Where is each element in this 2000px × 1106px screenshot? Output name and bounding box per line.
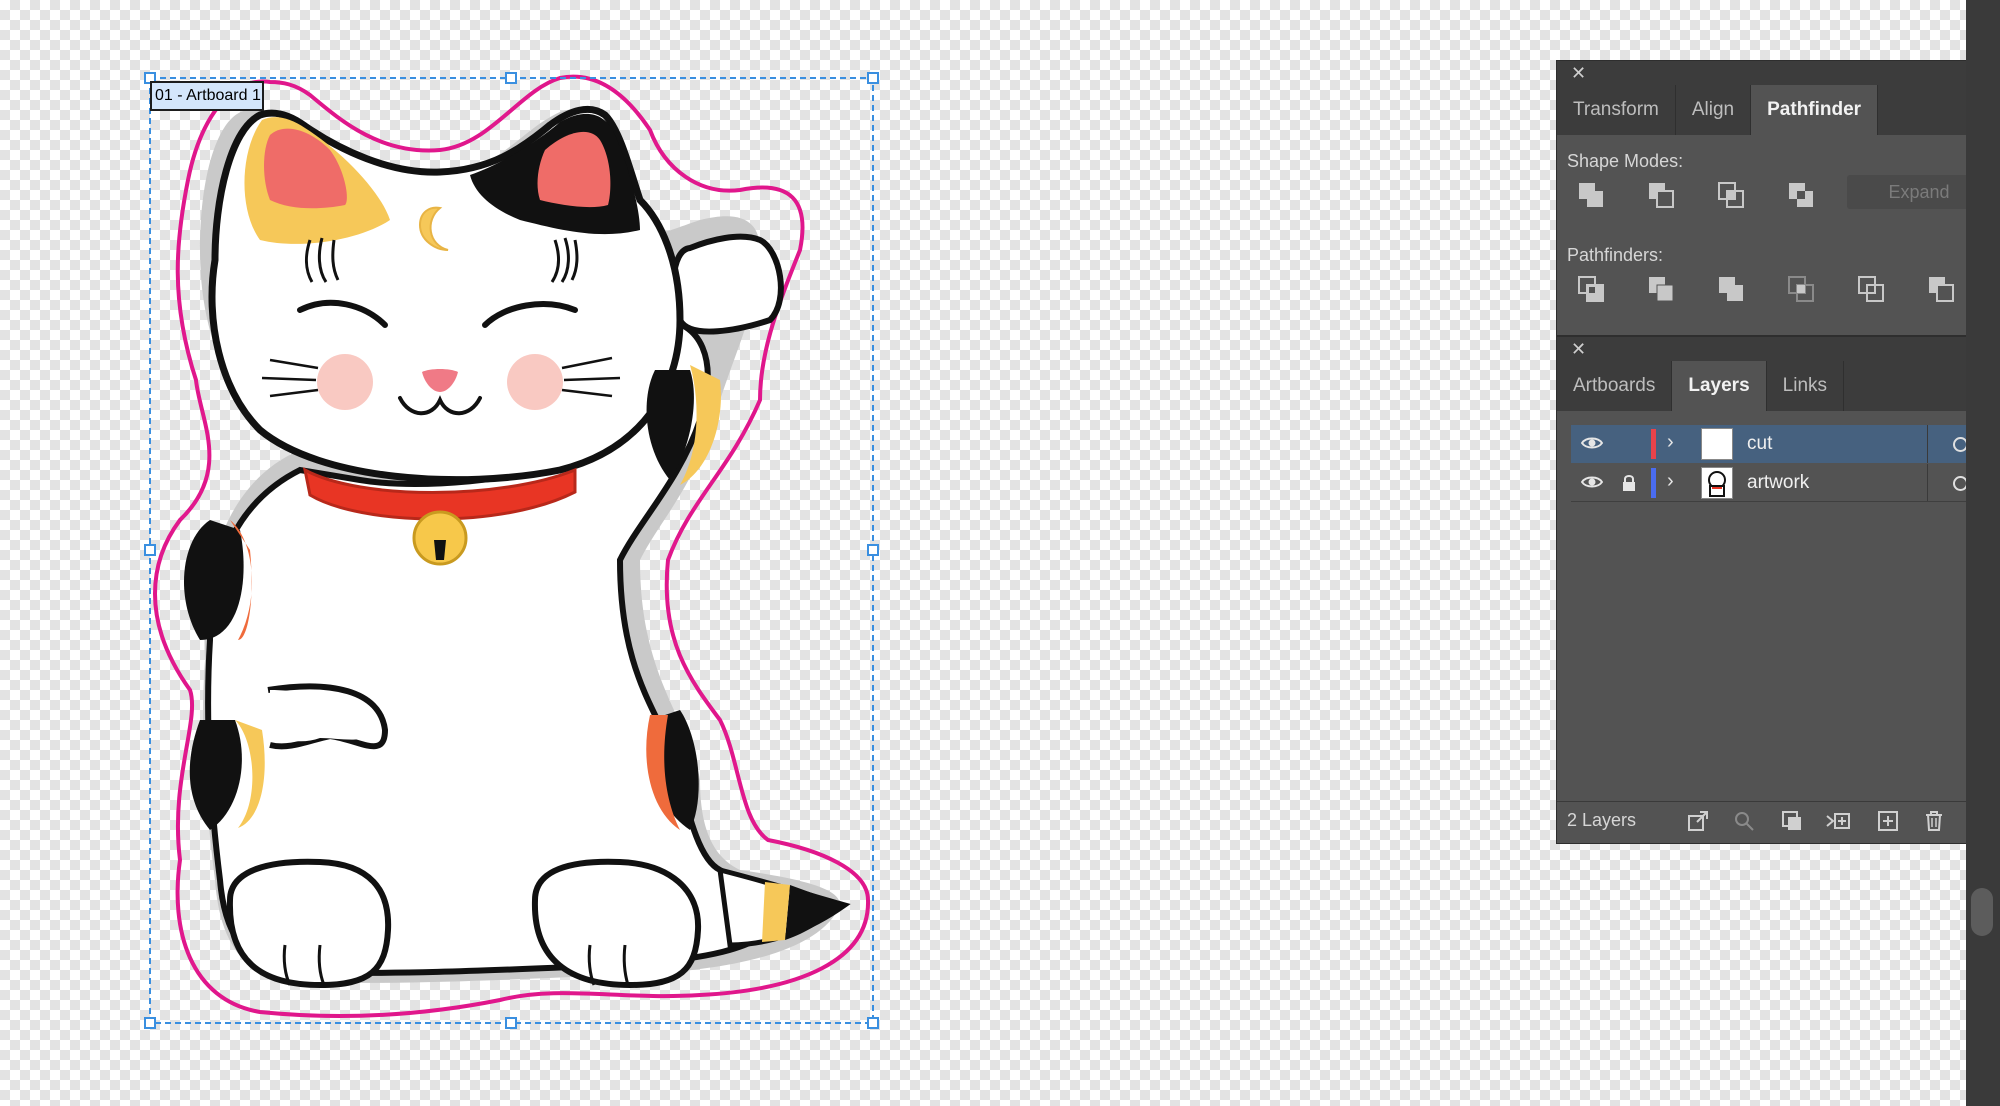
layers-footer: 2 Layers bbox=[1557, 801, 2000, 839]
divide-icon[interactable] bbox=[1571, 269, 1611, 309]
clipping-mask-icon[interactable] bbox=[1779, 808, 1805, 834]
close-icon[interactable]: ✕ bbox=[1571, 339, 1586, 360]
pathfinders-label: Pathfinders: bbox=[1567, 245, 1664, 265]
layer-row-artwork[interactable]: › artwork bbox=[1571, 464, 1991, 502]
trash-icon[interactable] bbox=[1921, 808, 1947, 834]
scrollbar-track[interactable] bbox=[1966, 0, 2000, 1106]
visibility-eye-icon[interactable] bbox=[1580, 435, 1604, 456]
exclude-icon[interactable] bbox=[1781, 175, 1821, 215]
artboard-name-label[interactable]: 01 - Artboard 1 bbox=[150, 81, 264, 111]
layers-tab-bar: Artboards Layers Links ☰ bbox=[1557, 361, 2000, 411]
divider bbox=[1571, 501, 1991, 502]
scrollbar-thumb[interactable] bbox=[1971, 888, 1993, 936]
layer-thumbnail bbox=[1701, 428, 1733, 460]
locate-object-icon[interactable] bbox=[1731, 808, 1757, 834]
right-foot bbox=[531, 858, 702, 989]
divider bbox=[1927, 464, 1928, 502]
layer-row-cut[interactable]: › cut bbox=[1571, 425, 1991, 463]
new-layer-icon[interactable] bbox=[1875, 808, 1901, 834]
left-foot bbox=[226, 858, 392, 989]
tab-align[interactable]: Align bbox=[1676, 85, 1752, 135]
chevron-right-icon[interactable]: › bbox=[1667, 470, 1674, 493]
shape-modes-label: Shape Modes: bbox=[1567, 151, 1684, 171]
lucky-cat-artwork[interactable] bbox=[0, 0, 1000, 1106]
unite-icon[interactable] bbox=[1571, 175, 1611, 215]
visibility-eye-icon[interactable] bbox=[1580, 474, 1604, 495]
divider bbox=[1927, 425, 1928, 463]
bell-slot bbox=[434, 540, 446, 560]
layers-panel: ✕ ‹‹ Artboards Layers Links ☰ › cut › ar… bbox=[1556, 336, 2000, 844]
layer-name[interactable]: cut bbox=[1747, 433, 1772, 455]
pathfinder-panel: ✕ ‹‹ Transform Align Pathfinder ☰ Shape … bbox=[1556, 60, 2000, 336]
outline-icon[interactable] bbox=[1851, 269, 1891, 309]
pathfinder-tab-bar: Transform Align Pathfinder ☰ bbox=[1557, 85, 2000, 135]
layer-color-bar bbox=[1651, 468, 1656, 498]
minus-front-icon[interactable] bbox=[1641, 175, 1681, 215]
right-cheek bbox=[507, 354, 563, 410]
export-icon[interactable] bbox=[1685, 808, 1711, 834]
new-sublayer-icon[interactable] bbox=[1825, 808, 1851, 834]
layer-thumbnail bbox=[1701, 467, 1733, 499]
tab-links[interactable]: Links bbox=[1767, 361, 1845, 411]
lock-icon[interactable] bbox=[1621, 473, 1637, 498]
layers-count: 2 Layers bbox=[1567, 810, 1637, 830]
trim-icon[interactable] bbox=[1641, 269, 1681, 309]
panel-titlebar[interactable]: ✕ ‹‹ bbox=[1557, 61, 2000, 85]
merge-icon[interactable] bbox=[1711, 269, 1751, 309]
left-cheek bbox=[317, 354, 373, 410]
tab-artboards[interactable]: Artboards bbox=[1557, 361, 1673, 411]
chevron-right-icon[interactable]: › bbox=[1667, 431, 1674, 454]
minus-back-icon[interactable] bbox=[1921, 269, 1961, 309]
close-icon[interactable]: ✕ bbox=[1571, 63, 1586, 84]
layer-color-bar bbox=[1651, 429, 1656, 459]
layer-name[interactable]: artwork bbox=[1747, 472, 1809, 494]
tab-transform[interactable]: Transform bbox=[1557, 85, 1676, 135]
tab-layers[interactable]: Layers bbox=[1672, 361, 1767, 411]
intersect-icon[interactable] bbox=[1711, 175, 1751, 215]
crop-icon[interactable] bbox=[1781, 269, 1821, 309]
panel-titlebar[interactable]: ✕ ‹‹ bbox=[1557, 337, 2000, 361]
cat-raised-paw bbox=[670, 233, 784, 335]
tab-pathfinder[interactable]: Pathfinder bbox=[1751, 85, 1879, 135]
